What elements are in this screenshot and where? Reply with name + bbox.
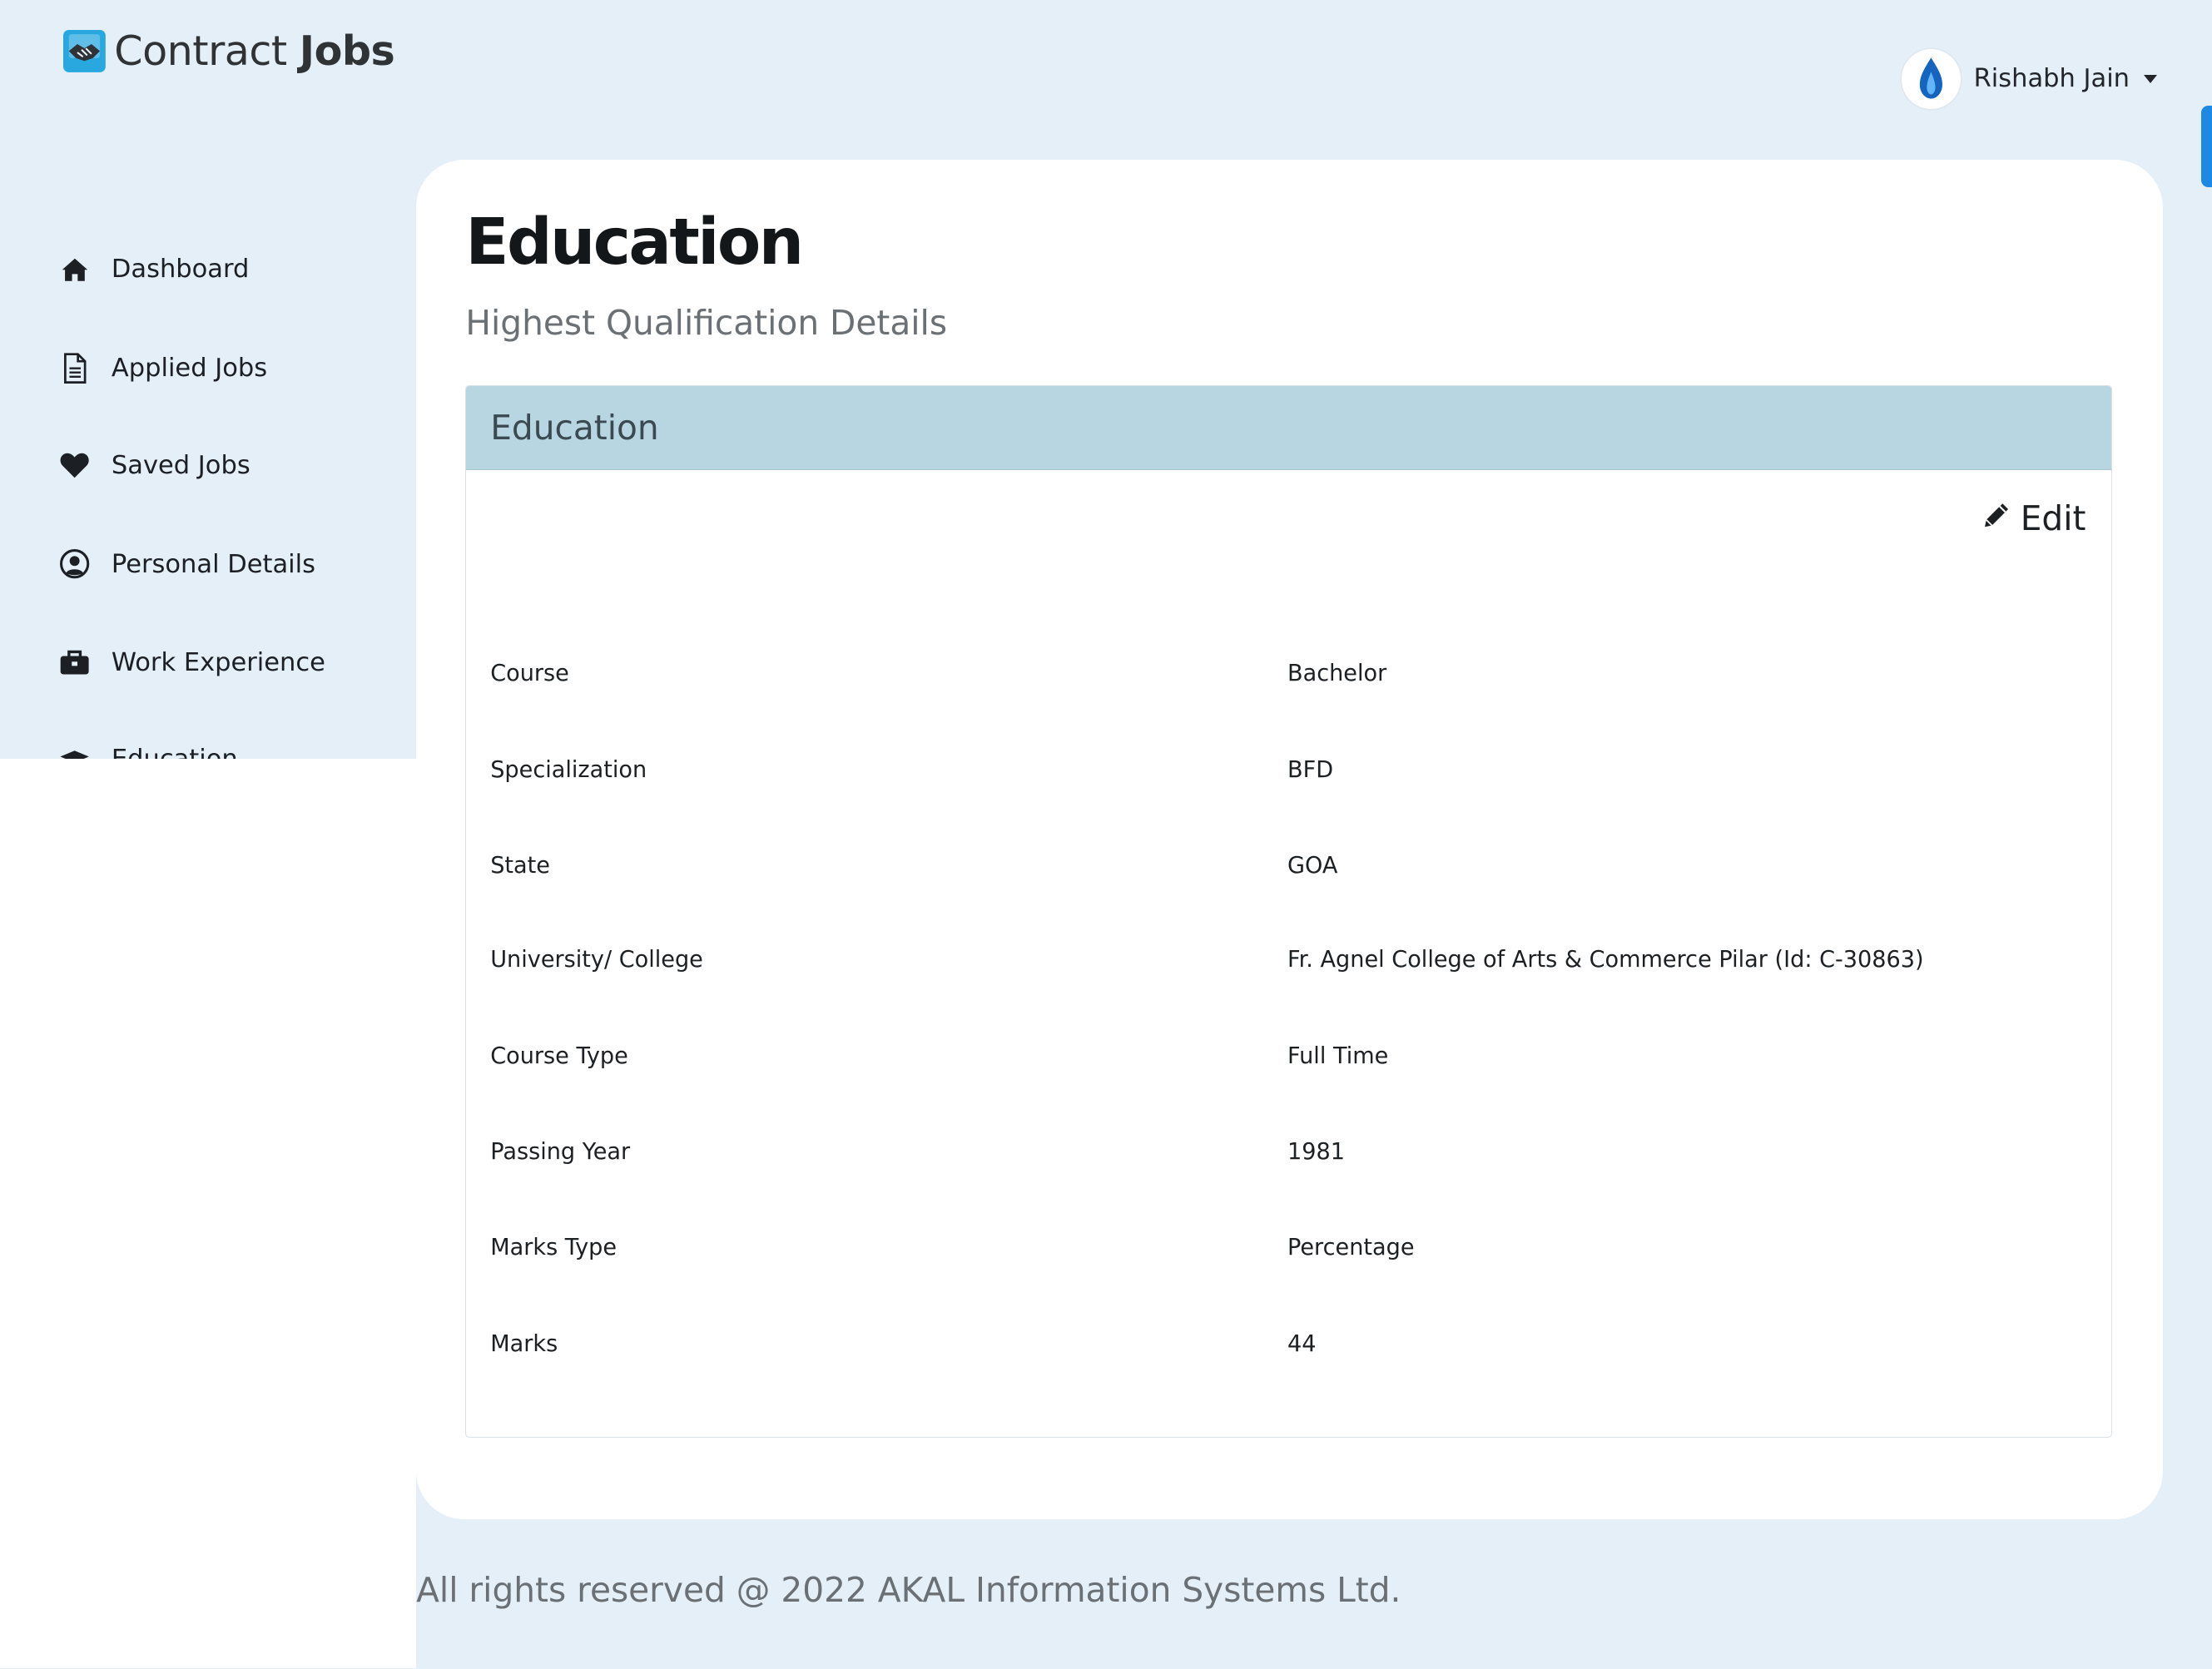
field-value: BFD [1287,756,1334,783]
field-value: Bachelor [1287,661,1387,687]
user-circle-icon [59,548,90,579]
sidebar-item-dashboard[interactable]: Dashboard [59,254,249,285]
sidebar-item-label: Dashboard [111,255,250,285]
sidebar-item-label: Saved Jobs [111,450,250,480]
scroll-handle[interactable] [2200,106,2212,188]
sidebar: Dashboard Applied Jobs Saved Jobs Person… [0,0,416,760]
avatar [1902,49,1962,109]
field-label: Marks [490,1330,558,1357]
field-label: Specialization [490,756,647,783]
page-subtitle: Highest Qualification Details [465,303,948,344]
heart-icon [59,450,90,481]
chevron-down-icon [2143,74,2157,83]
field-label: Marks Type [490,1235,617,1261]
footer-copyright: All rights reserved @ 2022 AKAL Informat… [416,1569,1401,1610]
user-name: Rishabh Jain [1973,64,2130,94]
sidebar-item-work-experience[interactable]: Work Experience [59,647,325,678]
page-title: Education [465,204,804,279]
sidebar-item-applied-jobs[interactable]: Applied Jobs [59,353,267,384]
graduation-cap-icon [59,743,90,760]
briefcase-icon [59,647,90,678]
field-value: 1981 [1287,1139,1345,1165]
sidebar-item-label: Education [111,744,238,760]
sidebar-item-personal-details[interactable]: Personal Details [59,548,315,579]
field-value: 44 [1287,1330,1317,1357]
sidebar-item-label: Applied Jobs [111,353,268,383]
user-menu[interactable]: Rishabh Jain [1902,49,2157,109]
home-icon [59,254,90,285]
field-value: Fr. Agnel College of Arts & Commerce Pil… [1287,947,1924,973]
sidebar-item-label: Personal Details [111,549,315,579]
field-label: State [490,852,550,879]
field-label: University/ College [490,947,703,973]
field-value: GOA [1287,852,1338,879]
sidebar-item-education[interactable]: Education [59,743,238,760]
edit-button[interactable]: Edit [1981,498,2086,538]
pencil-icon [1981,500,2011,537]
field-label: Course Type [490,1043,628,1069]
education-panel: Education Edit Course Bachelor Specializ… [465,384,2112,1438]
sidebar-lower-area [0,759,417,1669]
document-icon [59,353,90,384]
sidebar-item-saved-jobs[interactable]: Saved Jobs [59,450,250,481]
sidebar-item-label: Work Experience [111,648,325,678]
panel-header: Education [466,385,2111,470]
field-value: Full Time [1287,1043,1389,1069]
field-label: Passing Year [490,1139,631,1165]
field-value: Percentage [1287,1235,1415,1261]
field-label: Course [490,661,569,687]
edit-label: Edit [2020,498,2086,539]
content-card: Education Highest Qualification Details … [416,159,2163,1519]
